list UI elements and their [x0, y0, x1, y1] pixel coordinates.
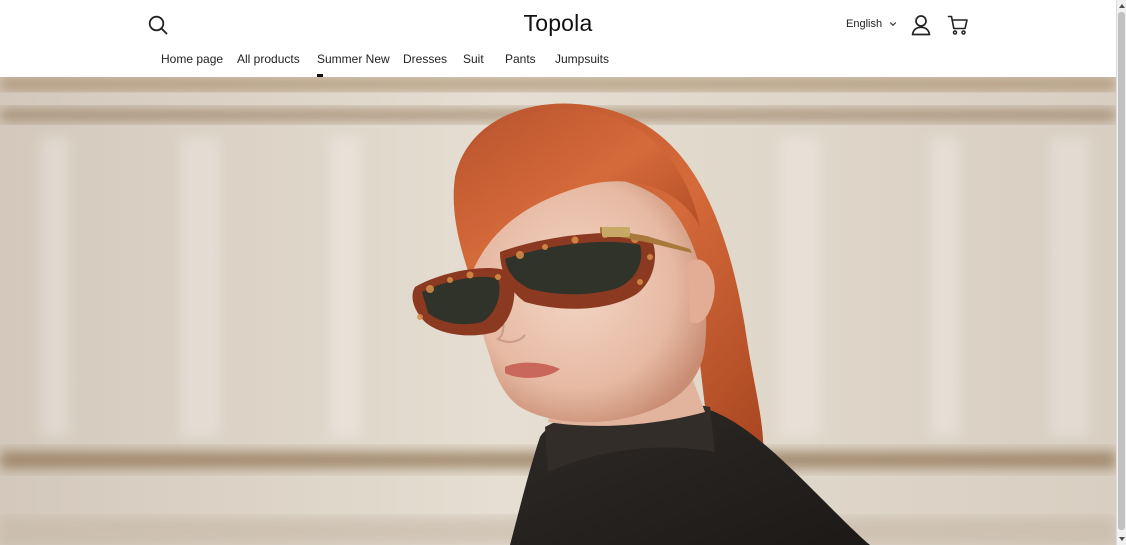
language-label: English [846, 18, 883, 30]
nav-item-home-page[interactable]: Home page [161, 52, 223, 66]
cart-icon [947, 15, 968, 35]
scroll-up-arrow-icon[interactable] [1118, 2, 1126, 10]
nav-item-pants[interactable]: Pants [505, 52, 536, 66]
nav-item-dresses[interactable]: Dresses [403, 52, 447, 66]
nav-item-summer-new[interactable]: Summer New [317, 52, 390, 66]
cart-button[interactable] [947, 14, 969, 36]
main-navigation: Home page All products Summer New Dresse… [0, 52, 1116, 77]
vertical-scrollbar[interactable] [1116, 0, 1126, 545]
account-button[interactable] [910, 14, 932, 36]
search-button[interactable] [147, 14, 169, 36]
scroll-down-arrow-icon[interactable] [1118, 535, 1126, 543]
scrollbar-thumb[interactable] [1118, 12, 1125, 530]
brand-logo[interactable]: Topola [524, 10, 593, 36]
page: Topola English Home page All products Su… [0, 0, 1126, 545]
nav-item-jumpsuits[interactable]: Jumpsuits [555, 52, 609, 66]
user-icon [911, 15, 931, 36]
nav-item-suit[interactable]: Suit [463, 52, 484, 66]
chevron-down-icon [889, 22, 897, 27]
site-header: Topola English Home page All products Su… [0, 0, 1116, 77]
nav-item-all-products[interactable]: All products [237, 52, 300, 66]
hero-image [0, 77, 1116, 545]
language-selector[interactable]: English [846, 18, 897, 30]
hero-banner[interactable] [0, 77, 1116, 545]
search-icon [148, 15, 168, 35]
